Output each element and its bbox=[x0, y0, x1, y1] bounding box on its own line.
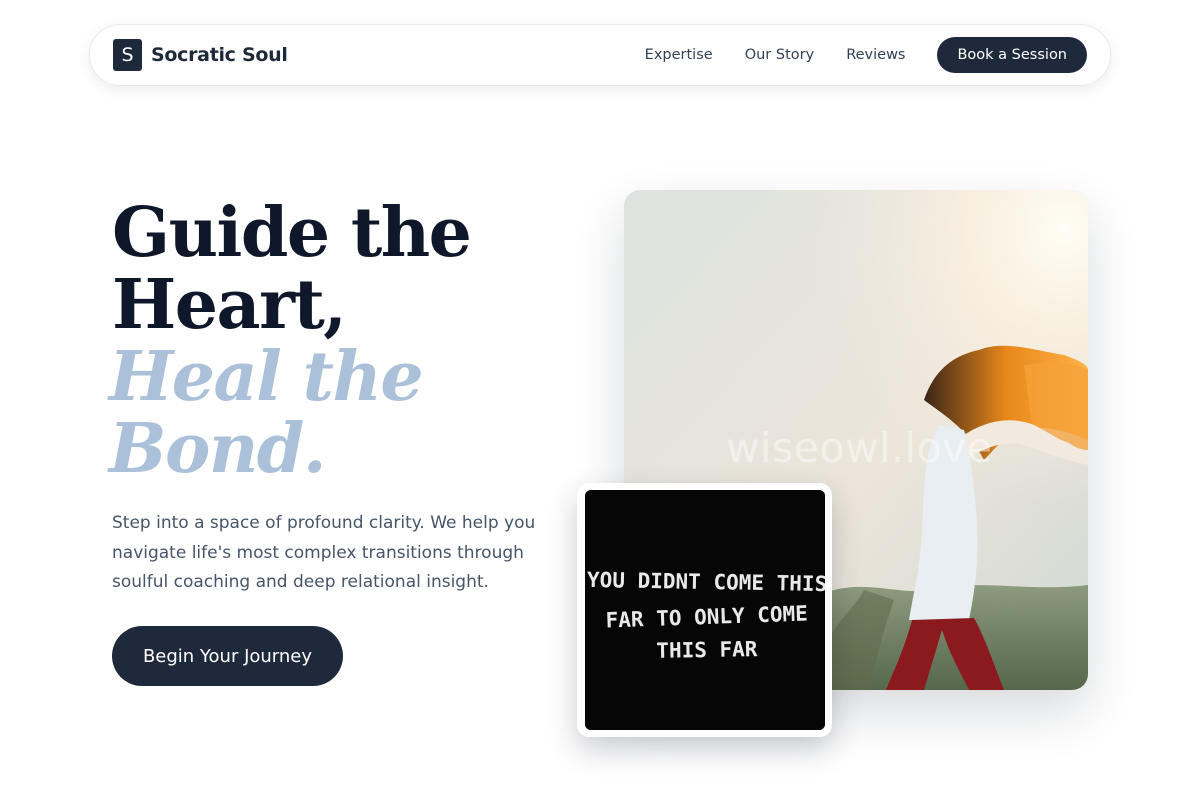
headline-accent-line-1: Heal the bbox=[109, 337, 424, 417]
nav-link-our-story[interactable]: Our Story bbox=[745, 47, 814, 63]
nav-link-expertise[interactable]: Expertise bbox=[645, 47, 713, 63]
brand-name: Socratic Soul bbox=[151, 44, 288, 66]
quote-line-1: YOU DIDNT COME THIS bbox=[587, 568, 825, 596]
hero-headline: Guide the Heart, Heal the Bond. bbox=[109, 193, 572, 489]
quote-image: YOU DIDNT COME THIS FAR TO ONLY COME THI… bbox=[585, 490, 825, 730]
hero-text: Guide the Heart, Heal the Bond. Step int… bbox=[109, 193, 572, 598]
begin-journey-button[interactable]: Begin Your Journey bbox=[112, 626, 343, 686]
nav-link-reviews[interactable]: Reviews bbox=[846, 47, 905, 63]
book-session-button[interactable]: Book a Session bbox=[937, 37, 1087, 73]
headline-accent-line-2: Bond. bbox=[109, 409, 327, 489]
nav-links: Expertise Our Story Reviews Book a Sessi… bbox=[645, 37, 1087, 73]
quote-line-3: THIS FAR bbox=[656, 637, 758, 663]
quote-image-text: YOU DIDNT COME THIS FAR TO ONLY COME THI… bbox=[585, 490, 825, 730]
quote-card: YOU DIDNT COME THIS FAR TO ONLY COME THI… bbox=[577, 483, 832, 737]
brand-logo[interactable]: S Socratic Soul bbox=[113, 39, 288, 71]
hero-subtext: Step into a space of profound clarity. W… bbox=[112, 513, 536, 592]
headline-line-2: Heart, bbox=[112, 265, 347, 345]
headline-line-1: Guide the bbox=[112, 193, 472, 273]
navbar: S Socratic Soul Expertise Our Story Revi… bbox=[89, 24, 1111, 86]
brand-mark-icon: S bbox=[113, 39, 142, 71]
